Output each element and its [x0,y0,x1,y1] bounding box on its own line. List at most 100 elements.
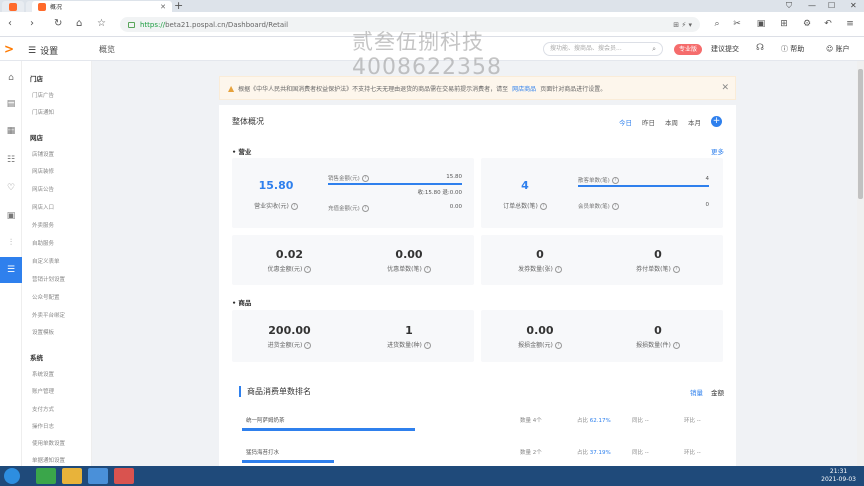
address-bar-tools-icon[interactable]: ⊞ ⚡ ▾ [673,21,692,29]
minimize-button[interactable]: — [808,0,816,12]
income-label-text: 营业实收(元) [254,203,289,210]
tab-sales-qty[interactable]: 销量 [690,387,703,397]
submenu-item-system-settings[interactable]: 系统设置 [32,370,54,378]
help-icon[interactable]: ? [672,342,680,349]
close-tab-icon[interactable]: ✕ [160,3,166,11]
period-yesterday[interactable]: 昨日 [642,117,655,127]
taskbar-app-1[interactable] [36,468,56,484]
cashier-icon[interactable]: ▤ [4,97,18,111]
overview-title: 整体概况 [232,117,264,126]
marketing-icon[interactable]: ▣ [4,209,18,223]
help-icon[interactable]: ? [554,266,562,273]
submenu-item-shop-entry[interactable]: 网店入口 [32,203,54,211]
help-link[interactable]: ⓘ 帮助 [781,44,804,55]
back-icon[interactable]: ‹ [8,17,12,31]
submenu-item-self-service[interactable]: 自助服务 [32,239,54,247]
page-scrollbar[interactable] [857,61,864,466]
close-window-button[interactable]: ✕ [850,0,857,12]
submenu-item-doc-notify[interactable]: 单据通知设置 [32,456,65,464]
member-icon[interactable]: ♡ [4,181,18,195]
submenu-item-store-notice[interactable]: 门店通知 [32,108,54,116]
pospal-logo-icon[interactable]: > [4,42,18,56]
coupon-used-label: 券付单数(笔)? [614,264,702,273]
add-icon[interactable]: + [711,116,722,127]
taskbar-app-4[interactable] [114,468,134,484]
close-icon[interactable]: ✕ [721,83,729,93]
help-icon[interactable]: ? [423,342,431,349]
search-icon[interactable]: ⌕ [711,18,723,30]
orders-icon[interactable]: ☷ [4,153,18,167]
help-icon[interactable]: ? [611,203,619,210]
coupon-label-text: 发券数量(张) [518,266,553,273]
submenu-item-wechat-config[interactable]: 公众号配置 [32,293,60,301]
stockin-amount-label-text: 进货金额(元) [267,342,303,349]
submenu-item-custom-form[interactable]: 自定义表单 [32,257,60,265]
submenu-item-logs[interactable]: 操作日志 [32,422,54,430]
tab-amount[interactable]: 金额 [711,387,724,397]
table-row[interactable]: 统一阿萨姆奶茶 数量 4个 占比 62.17% 同比 -- 环比 -- [242,408,724,434]
table-row[interactable]: 猛犸海苔打水 数量 2个 占比 37.19% 同比 -- 环比 -- [242,440,724,466]
settings-submenu: 门店 门店广告 门店通知 网店 店铺设置 网店装修 网店公告 网店入口 外卖服务… [22,61,92,466]
scrollbar-thumb[interactable] [858,69,863,199]
submenu-item-template[interactable]: 设置模板 [32,328,54,336]
browser-tab-1[interactable] [2,1,24,12]
help-icon[interactable]: ? [611,177,619,184]
menu-icon[interactable]: ≡ [844,18,856,30]
help-icon[interactable]: ? [361,205,369,212]
report-icon[interactable]: ⫶ [4,236,18,250]
scissors-icon[interactable]: ✂ [731,18,743,30]
period-week[interactable]: 本周 [665,117,678,127]
submenu-item-store-ads[interactable]: 门店广告 [32,91,54,99]
shirt-icon[interactable]: ⛉ [786,0,792,12]
settings-gear-icon[interactable]: ⚙ [801,18,813,30]
address-bar[interactable]: https://beta21.pospal.cn/Dashboard/Retai… [120,17,700,32]
start-button[interactable] [4,468,20,484]
home-icon[interactable]: ⌂ [4,71,18,85]
submenu-item-delivery[interactable]: 外卖服务 [32,221,54,229]
notice-link[interactable]: 网店商品 [512,84,536,93]
goods-icon[interactable]: ▦ [4,124,18,138]
help-icon[interactable]: ? [304,342,312,349]
pro-badge[interactable]: 专业版 [674,44,703,55]
discount-count-value: 0.00 [395,248,423,261]
member-label-text: 会员单数(笔) [578,204,610,210]
submenu-group-online: 网店 [30,134,43,142]
period-today[interactable]: 今日 [619,117,632,127]
submenu-item-accounts[interactable]: 账户管理 [32,387,54,395]
submenu-item-shop-notice[interactable]: 网店公告 [32,185,54,193]
help-icon[interactable]: ? [361,175,369,182]
help-icon[interactable]: ? [672,266,680,273]
help-icon[interactable]: ? [539,203,547,210]
undo-icon[interactable]: ↶ [822,18,834,30]
maximize-button[interactable]: ☐ [828,0,835,12]
submenu-item-shop-decor[interactable]: 网店装修 [32,167,54,175]
submenu-item-shop-settings[interactable]: 店铺设置 [32,150,54,158]
account-link[interactable]: ☺ 账户 [826,44,850,55]
taskbar-app-3[interactable] [88,468,108,484]
headset-icon[interactable]: ☊ [756,43,764,53]
forward-icon[interactable]: › [30,17,34,31]
period-month[interactable]: 本月 [688,117,701,127]
browser-tab-active[interactable]: 概况 ✕ [32,1,172,12]
help-icon[interactable]: ? [554,342,562,349]
search-input[interactable]: 搜功能、搜商品、搜会员... ⌕ [543,42,663,56]
bookmark-star-icon[interactable]: ☆ [97,17,106,31]
home-icon[interactable]: ⌂ [76,17,82,31]
new-tab-button[interactable]: + [174,0,183,12]
help-icon[interactable]: ? [423,266,431,273]
menu-toggle[interactable]: ☰ 设置 [28,44,58,58]
more-link[interactable]: 更多 [711,146,724,156]
submenu-item-payment[interactable]: 支付方式 [32,405,54,413]
settings-icon[interactable]: ☰ [0,257,22,283]
taskbar-app-2[interactable] [62,468,82,484]
apps-grid-icon[interactable]: ⊞ [778,18,790,30]
suggestion-link[interactable]: 建议提交 [711,44,739,55]
submenu-item-platform-bind[interactable]: 外卖平台绑定 [32,311,65,319]
submenu-item-marketing-plan[interactable]: 营销计划设置 [32,275,65,283]
submenu-item-usage[interactable]: 使用单数设置 [32,439,65,447]
help-icon[interactable]: ? [290,203,298,210]
extension-icon[interactable]: ▣ [755,18,767,30]
reload-icon[interactable]: ↻ [54,17,62,31]
help-icon[interactable]: ? [304,266,312,273]
system-clock[interactable]: 21:31 2021-09-03 [821,468,856,484]
